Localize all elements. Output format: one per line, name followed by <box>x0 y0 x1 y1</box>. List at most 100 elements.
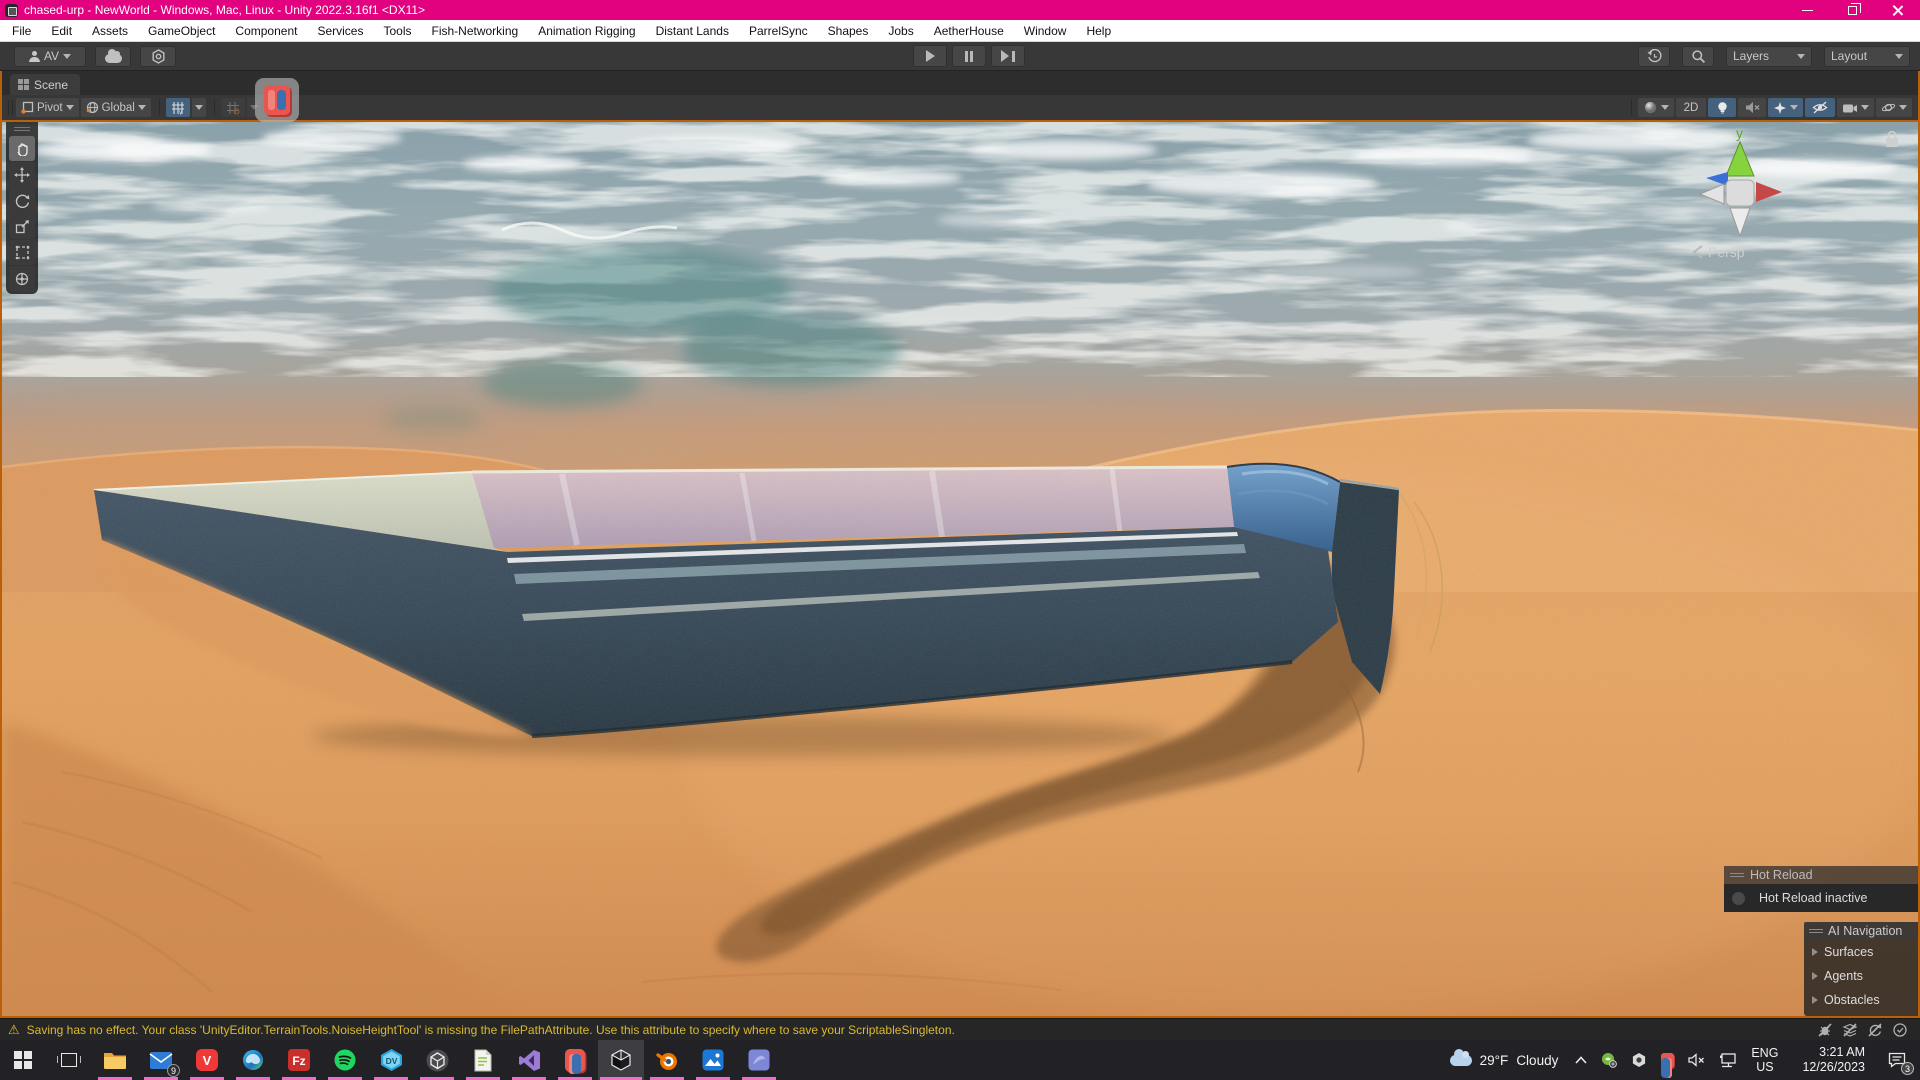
taskbar-filezilla[interactable]: Fz <box>276 1040 322 1080</box>
menu-distant-lands[interactable]: Distant Lands <box>646 20 739 41</box>
camera-settings-dropdown[interactable] <box>1837 98 1874 117</box>
lighting-toggle[interactable] <box>1708 98 1736 117</box>
tray-nvidia-icon[interactable] <box>1594 1040 1624 1080</box>
audio-toggle[interactable] <box>1738 98 1766 117</box>
title-bar[interactable]: chased-urp - NewWorld - Windows, Mac, Li… <box>0 0 1920 20</box>
move-tool-button[interactable] <box>9 162 35 187</box>
cache-disabled-icon[interactable] <box>1842 1022 1858 1038</box>
scale-tool-button[interactable] <box>9 214 35 239</box>
draw-mode-dropdown[interactable] <box>1638 98 1674 117</box>
menu-edit[interactable]: Edit <box>41 20 82 41</box>
orientation-dropdown[interactable]: Global <box>81 98 151 117</box>
tray-volume-muted[interactable] <box>1681 1040 1712 1080</box>
taskbar-start-button[interactable] <box>0 1040 46 1080</box>
grid-visibility-toggle[interactable]: y <box>166 98 190 117</box>
ai-navigation-header[interactable]: AI Navigation <box>1804 922 1918 940</box>
floating-red-cube-icon[interactable] <box>255 78 299 122</box>
menu-jobs[interactable]: Jobs <box>878 20 923 41</box>
chevron-down-icon <box>1790 105 1798 110</box>
taskbar-photos[interactable] <box>690 1040 736 1080</box>
minimize-button[interactable] <box>1785 0 1830 20</box>
notification-center-button[interactable]: 3 <box>1882 1040 1920 1080</box>
menu-tools[interactable]: Tools <box>373 20 421 41</box>
restore-button[interactable] <box>1830 0 1875 20</box>
progress-idle-icon[interactable] <box>1892 1022 1908 1038</box>
drag-handle-icon <box>1730 873 1744 877</box>
taskbar-visual-studio[interactable] <box>506 1040 552 1080</box>
step-button[interactable] <box>991 45 1025 67</box>
transform-tool-button[interactable] <box>9 266 35 291</box>
taskbar-edge[interactable] <box>230 1040 276 1080</box>
menu-assets[interactable]: Assets <box>82 20 138 41</box>
menu-shapes[interactable]: Shapes <box>818 20 879 41</box>
menu-animation-rigging[interactable]: Animation Rigging <box>528 20 645 41</box>
taskbar-dv-app[interactable]: DV <box>368 1040 414 1080</box>
menu-parrelsync[interactable]: ParrelSync <box>739 20 818 41</box>
gizmo-y-label[interactable]: y <box>1736 125 1743 141</box>
layers-dropdown[interactable]: Layers <box>1726 46 1812 67</box>
foldout-obstacles[interactable]: Obstacles <box>1804 988 1918 1012</box>
tab-scene[interactable]: Scene <box>10 74 80 95</box>
debugger-disabled-icon[interactable] <box>1817 1022 1833 1038</box>
pause-button[interactable] <box>952 45 986 67</box>
foldout-agents[interactable]: Agents <box>1804 964 1918 988</box>
restore-icon <box>1848 6 1857 15</box>
red-cube-app-icon <box>565 1049 585 1072</box>
scene-visibility-toggle[interactable] <box>1805 98 1835 117</box>
menu-window[interactable]: Window <box>1014 20 1077 41</box>
play-button[interactable] <box>913 45 947 67</box>
taskbar-spotify[interactable] <box>322 1040 368 1080</box>
menu-component[interactable]: Component <box>225 20 307 41</box>
gizmo-center-cube[interactable] <box>1726 180 1754 206</box>
tray-red-cube-icon[interactable] <box>1654 1040 1681 1080</box>
windows-taskbar: 9 V Fz <box>0 1040 1920 1080</box>
menu-services[interactable]: Services <box>307 20 373 41</box>
taskbar-file-explorer[interactable] <box>92 1040 138 1080</box>
rect-tool-button[interactable] <box>9 240 35 265</box>
effects-dropdown[interactable] <box>1768 98 1803 117</box>
menu-help[interactable]: Help <box>1076 20 1121 41</box>
menu-aetherhouse[interactable]: AetherHouse <box>924 20 1014 41</box>
menu-fish-networking[interactable]: Fish-Networking <box>421 20 528 41</box>
snap-increment-button[interactable] <box>221 98 245 117</box>
tray-expand-button[interactable] <box>1568 1040 1594 1080</box>
rotate-tool-button[interactable] <box>9 188 35 213</box>
taskbar-purple-app[interactable] <box>736 1040 782 1080</box>
hot-reload-header[interactable]: Hot Reload <box>1724 866 1918 884</box>
gizmos-dropdown[interactable] <box>1876 98 1912 117</box>
2d-toggle[interactable]: 2D <box>1676 98 1706 117</box>
tray-clock[interactable]: 3:21 AM 12/26/2023 <box>1785 1040 1882 1080</box>
auto-refresh-disabled-icon[interactable] <box>1867 1022 1883 1038</box>
taskbar-vivaldi[interactable]: V <box>184 1040 230 1080</box>
menu-gameobject[interactable]: GameObject <box>138 20 225 41</box>
grid-options-dropdown[interactable] <box>192 98 206 117</box>
tray-network[interactable] <box>1712 1040 1744 1080</box>
foldout-surfaces[interactable]: Surfaces <box>1804 940 1918 964</box>
taskbar-unity-hub[interactable] <box>414 1040 460 1080</box>
cloud-services-button[interactable] <box>95 46 131 67</box>
weather-widget[interactable]: 29°F Cloudy <box>1440 1053 1569 1068</box>
tray-unity-hub-icon[interactable] <box>1624 1040 1654 1080</box>
search-button[interactable] <box>1682 46 1714 67</box>
scene-viewport[interactable]: y Persp <box>2 120 1918 1016</box>
taskbar-red-cube-app[interactable] <box>552 1040 598 1080</box>
hand-tool-button[interactable] <box>9 136 35 161</box>
taskbar-task-view-button[interactable] <box>46 1040 92 1080</box>
taskbar-mail[interactable]: 9 <box>138 1040 184 1080</box>
hot-reload-status-indicator[interactable] <box>1732 892 1745 905</box>
undo-history-button[interactable] <box>1638 46 1670 67</box>
projection-label[interactable]: Persp <box>1708 244 1745 260</box>
settings-button[interactable] <box>140 46 176 67</box>
ai-navigation-overlay: AI Navigation Surfaces Agents Obstacles <box>1804 922 1918 1016</box>
tray-language[interactable]: ENG US <box>1744 1040 1785 1080</box>
close-button[interactable] <box>1875 0 1920 20</box>
taskbar-notepad-plus-plus[interactable] <box>460 1040 506 1080</box>
taskbar-unity-editor[interactable] <box>598 1040 644 1080</box>
account-dropdown[interactable]: AV <box>14 46 86 67</box>
tools-overlay-handle[interactable] <box>6 122 38 135</box>
taskbar-blender[interactable] <box>644 1040 690 1080</box>
layout-dropdown[interactable]: Layout <box>1824 46 1910 67</box>
console-warning-message[interactable]: Saving has no effect. Your class 'UnityE… <box>27 1023 955 1037</box>
pivot-dropdown[interactable]: Pivot <box>16 98 79 117</box>
menu-file[interactable]: File <box>0 20 41 41</box>
